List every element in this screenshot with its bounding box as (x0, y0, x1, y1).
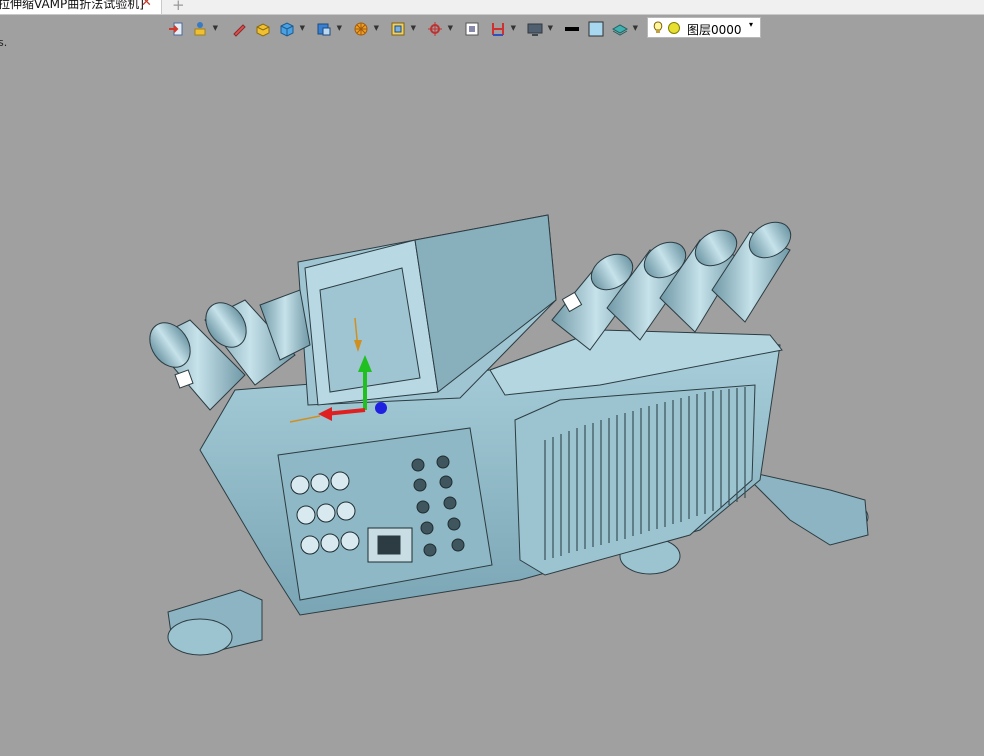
solid-box-icon[interactable] (253, 19, 275, 39)
chevron-down-icon[interactable]: ▼ (337, 25, 342, 32)
chevron-down-icon[interactable]: ▼ (548, 25, 553, 32)
tab-title: 拉伸缩VAMP曲折法试验机] (0, 0, 144, 11)
line-color-icon[interactable] (562, 19, 584, 39)
add-tab-icon[interactable]: + (172, 0, 185, 14)
chevron-down-icon[interactable]: ▾ (749, 20, 753, 29)
lightbulb-icon[interactable] (652, 21, 684, 35)
exit-icon[interactable] (166, 19, 188, 39)
tab-bar: 拉伸缩VAMP曲折法试验机] ✕ + (0, 0, 984, 15)
chevron-down-icon[interactable]: ▼ (511, 25, 516, 32)
layer-selector[interactable]: 图层0000 ▾ (647, 17, 761, 38)
view-fit-icon[interactable] (462, 19, 484, 39)
close-icon[interactable]: ✕ (141, 0, 152, 9)
section-icon[interactable]: ▼ (488, 19, 516, 39)
layer-name: 图层0000 (687, 23, 742, 37)
render-wheel-icon[interactable]: ▼ (351, 19, 379, 39)
frame-icon[interactable]: ▼ (388, 19, 416, 39)
pencil-icon[interactable] (229, 19, 251, 39)
3d-viewport[interactable] (0, 40, 984, 752)
chevron-down-icon[interactable]: ▼ (213, 25, 218, 32)
amplifier-chassis (149, 214, 869, 656)
snap-icon[interactable]: ▼ (425, 19, 453, 39)
chevron-down-icon[interactable]: ▼ (374, 25, 379, 32)
chevron-down-icon[interactable]: ▼ (633, 25, 638, 32)
cad-model (149, 214, 869, 656)
layer-stack-icon[interactable]: ▼ (610, 19, 638, 39)
display-icon[interactable]: ▼ (525, 19, 553, 39)
chevron-down-icon[interactable]: ▼ (300, 25, 305, 32)
cube-icon[interactable]: ▼ (277, 19, 305, 39)
chevron-down-icon[interactable]: ▼ (411, 25, 416, 32)
sketch-person-icon[interactable]: ▼ (190, 19, 218, 39)
box-shaded-icon[interactable]: ▼ (314, 19, 342, 39)
document-tab[interactable]: 拉伸缩VAMP曲折法试验机] ✕ (0, 0, 162, 14)
chevron-down-icon[interactable]: ▼ (448, 25, 453, 32)
fill-color-icon[interactable] (586, 19, 608, 39)
